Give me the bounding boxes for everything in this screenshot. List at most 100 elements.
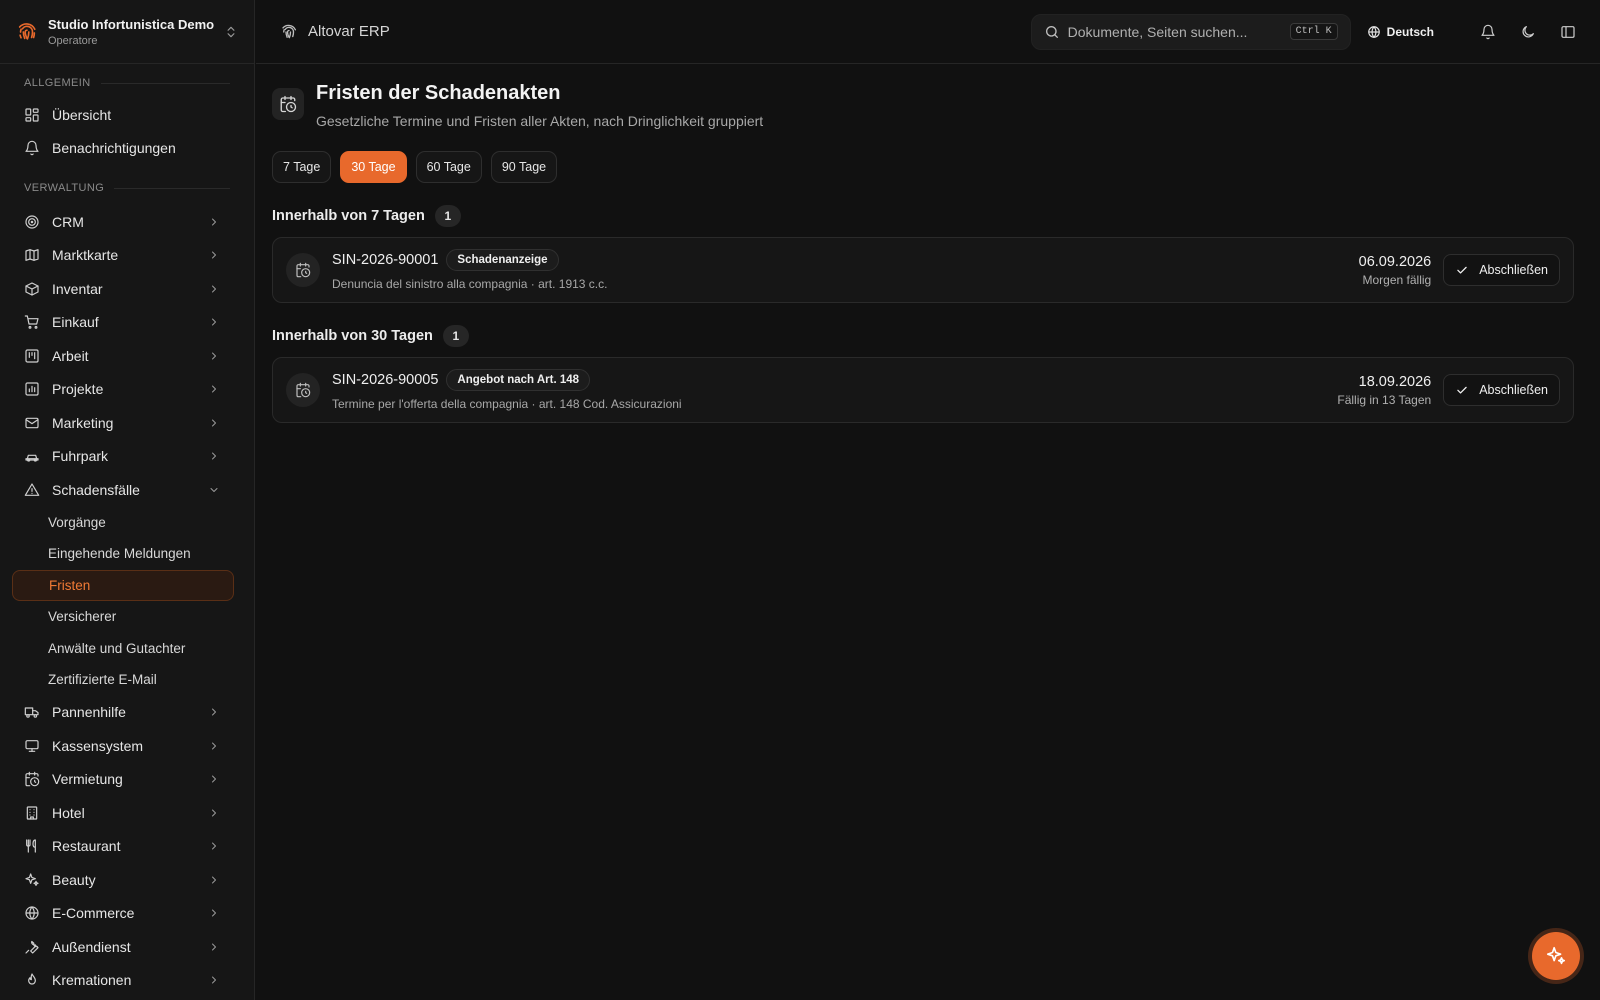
deadline-card[interactable]: SIN-2026-90001 Schadenanzeige Denuncia d… — [272, 237, 1574, 303]
nav-group-general: ALLGEMEIN — [0, 72, 254, 94]
chevron-right-icon — [212, 285, 216, 293]
sidebar-item-label: E-Commerce — [52, 905, 135, 922]
search-input[interactable] — [1067, 23, 1290, 40]
sidebar-item-projekte[interactable]: Projekte — [0, 373, 254, 407]
language-label: Deutsch — [1386, 24, 1434, 39]
sidebar-item-fuhrpark[interactable]: Fuhrpark — [0, 440, 254, 474]
chevron-right-icon — [212, 385, 216, 393]
wrench-icon — [25, 940, 39, 954]
sidebar-item-label: Restaurant — [52, 838, 121, 855]
complete-button-label: Abschließen — [1479, 383, 1548, 397]
check-icon — [1457, 266, 1467, 274]
sidebar-item-e-commerce[interactable]: E-Commerce — [0, 897, 254, 931]
chevron-right-icon — [212, 876, 216, 884]
deadline-card[interactable]: SIN-2026-90005 Angebot nach Art. 148 Ter… — [272, 357, 1574, 423]
sidebar-item-restaurant[interactable]: Restaurant — [0, 830, 254, 864]
chevron-right-icon — [212, 452, 216, 460]
main-content: Fristen der Schadenakten Gesetzliche Ter… — [272, 64, 1574, 423]
calendar-clock-icon — [280, 95, 297, 113]
sidebar-subitem-vorgange[interactable]: Vorgänge — [12, 507, 234, 539]
sidebar-item-kassensystem[interactable]: Kassensystem — [0, 729, 254, 763]
moon-icon[interactable] — [1520, 24, 1536, 40]
topbar: Altovar ERP Ctrl K Deutsch — [256, 0, 1600, 64]
bell-icon — [25, 140, 39, 156]
sidebar-item-label: Einkauf — [52, 314, 99, 331]
sidebar-subitem-eingehende-meldungen[interactable]: Eingehende Meldungen — [12, 538, 234, 570]
chevron-right-icon — [212, 909, 216, 917]
global-search[interactable]: Ctrl K — [1030, 13, 1351, 50]
chart-icon — [25, 382, 39, 396]
sidebar-item-benachrichtigungen[interactable]: Benachrichtigungen — [0, 132, 254, 166]
sidebar-subitem-versicherer[interactable]: Versicherer — [12, 601, 234, 633]
target-icon — [25, 215, 39, 229]
chevron-right-icon — [212, 842, 216, 850]
page-icon — [272, 88, 304, 120]
sidebar-item-aussendienst[interactable]: Außendienst — [0, 930, 254, 964]
sidebar-item-label: Projekte — [52, 381, 104, 398]
sidebar-item-schadensfaelle[interactable]: Schadensfälle — [0, 473, 254, 507]
sidebar-item-label: Fuhrpark — [52, 448, 109, 465]
sidebar-item-pannenhilfe[interactable]: Pannenhilfe — [0, 696, 254, 730]
filter-chip-90-tage[interactable]: 90 Tage — [490, 151, 558, 183]
complete-button[interactable]: Abschließen — [1443, 374, 1560, 406]
sidebar-subitem-zertifizierte-e-mail[interactable]: Zertifizierte E-Mail — [12, 664, 234, 696]
sidebar-item-kremationen[interactable]: Kremationen — [0, 964, 254, 998]
calendar-clock-icon — [296, 262, 311, 278]
sidebar-subitem-label: Eingehende Meldungen — [48, 546, 191, 562]
sidebar-item-vermietung[interactable]: Vermietung — [0, 763, 254, 797]
sidebar: Studio Infortunistica Demo Operatore ALL… — [0, 0, 255, 1000]
deadline-icon-wrap — [286, 373, 320, 407]
sidebar-toggle-icon[interactable] — [1560, 24, 1576, 40]
sidebar-item-inventar[interactable]: Inventar — [0, 272, 254, 306]
cart-icon — [24, 315, 39, 330]
workspace-role: Operatore — [48, 34, 98, 47]
filter-chip-60-tage[interactable]: 60 Tage — [415, 151, 482, 183]
sidebar-item-label: Außendienst — [52, 938, 131, 955]
sidebar-item-label: Kassensystem — [52, 737, 144, 754]
calendar-clock-icon — [296, 382, 311, 398]
complete-button[interactable]: Abschließen — [1443, 254, 1560, 286]
chevron-right-icon — [212, 742, 216, 750]
sidebar-item-label: Marketing — [52, 414, 114, 431]
language-switcher[interactable]: Deutsch — [1367, 25, 1434, 39]
page-title: Fristen der Schadenakten — [316, 82, 561, 104]
sidebar-item-arbeit[interactable]: Arbeit — [0, 339, 254, 373]
map-icon — [25, 249, 39, 262]
sidebar-item-beauty[interactable]: Beauty — [0, 863, 254, 897]
ai-assistant-button[interactable] — [1532, 932, 1580, 980]
sidebar-item-marktkarte[interactable]: Marktkarte — [0, 239, 254, 273]
sidebar-item-label: Marktkarte — [52, 247, 119, 264]
chevron-right-icon — [212, 775, 216, 783]
sidebar-item-crm[interactable]: CRM — [0, 205, 254, 239]
building-icon — [26, 806, 38, 820]
sidebar-subitem-fristen[interactable]: Fristen — [12, 569, 234, 601]
sidebar-item-hotel[interactable]: Hotel — [0, 796, 254, 830]
sidebar-item-ubersicht[interactable]: Übersicht — [0, 98, 254, 132]
complete-button-label: Abschließen — [1479, 263, 1548, 277]
chevron-right-icon — [212, 809, 216, 817]
filter-chip-label: 60 Tage — [426, 160, 471, 174]
workspace-switcher[interactable]: Studio Infortunistica Demo Operatore — [0, 0, 254, 64]
page-subtitle: Gesetzliche Termine und Fristen aller Ak… — [316, 113, 764, 129]
deadline-description: Denuncia del sinistro alla compagnia · a… — [332, 277, 608, 291]
bell-icon[interactable] — [1480, 24, 1496, 40]
nav-group-admin: VERWALTUNG — [0, 177, 254, 199]
filter-chip-30-tage[interactable]: 30 Tage — [340, 151, 407, 183]
section-header: Innerhalb von 30 Tagen 1 — [272, 325, 1574, 347]
deadline-icon-wrap — [286, 253, 320, 287]
utensils-icon — [26, 839, 36, 853]
chevron-right-icon — [212, 352, 216, 360]
chevron-right-icon — [212, 218, 216, 226]
sidebar-item-einkauf[interactable]: Einkauf — [0, 306, 254, 340]
page-header: Fristen der Schadenakten Gesetzliche Ter… — [272, 82, 1574, 129]
sparkles-icon — [1546, 946, 1566, 965]
sidebar-item-marketing[interactable]: Marketing — [0, 406, 254, 440]
deadline-date: 06.09.2026 — [1358, 253, 1432, 270]
chevron-right-icon — [212, 708, 216, 716]
sidebar-item-label: Beauty — [52, 871, 96, 888]
filter-chip-label: 7 Tage — [283, 160, 321, 174]
globe-icon — [25, 906, 39, 920]
sidebar-subitem-anwalte-und-gutachter[interactable]: Anwälte und Gutachter — [12, 633, 234, 665]
filter-chip-7-tage[interactable]: 7 Tage — [272, 151, 332, 183]
kanban-icon — [25, 349, 39, 363]
